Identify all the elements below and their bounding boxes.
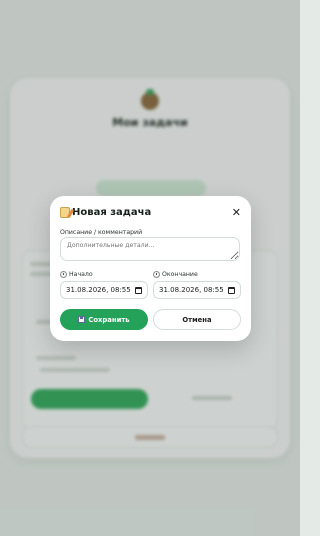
clock-icon	[60, 271, 67, 278]
start-label-text: Начало	[69, 271, 93, 278]
dialog-header: Новая задача	[60, 207, 151, 218]
floppy-disk-icon	[78, 316, 86, 323]
start-datetime-input[interactable]: 31.08.2026, 08:55	[60, 281, 148, 299]
save-button[interactable]: Сохранить	[60, 309, 148, 330]
end-datetime-value: 31.08.2026, 08:55	[159, 286, 224, 294]
start-label: Начало	[60, 271, 93, 278]
calendar-icon[interactable]	[228, 286, 235, 294]
cancel-button[interactable]: Отмена	[153, 309, 241, 330]
dialog-title: Новая задача	[72, 207, 152, 218]
close-icon[interactable]: ✕	[232, 207, 241, 218]
calendar-icon[interactable]	[135, 286, 142, 294]
start-datetime-value: 31.08.2026, 08:55	[66, 286, 131, 294]
description-field[interactable]	[60, 237, 240, 261]
save-button-label: Сохранить	[88, 315, 130, 324]
clock-icon	[153, 271, 160, 278]
end-label: Окончание	[153, 271, 198, 278]
end-datetime-input[interactable]: 31.08.2026, 08:55	[153, 281, 241, 299]
new-task-dialog: Новая задача ✕ Описание / комментарий На…	[50, 196, 251, 341]
end-label-text: Окончание	[162, 271, 198, 278]
memo-icon	[60, 207, 70, 218]
description-label: Описание / комментарий	[60, 229, 143, 236]
cancel-button-label: Отмена	[182, 315, 212, 324]
